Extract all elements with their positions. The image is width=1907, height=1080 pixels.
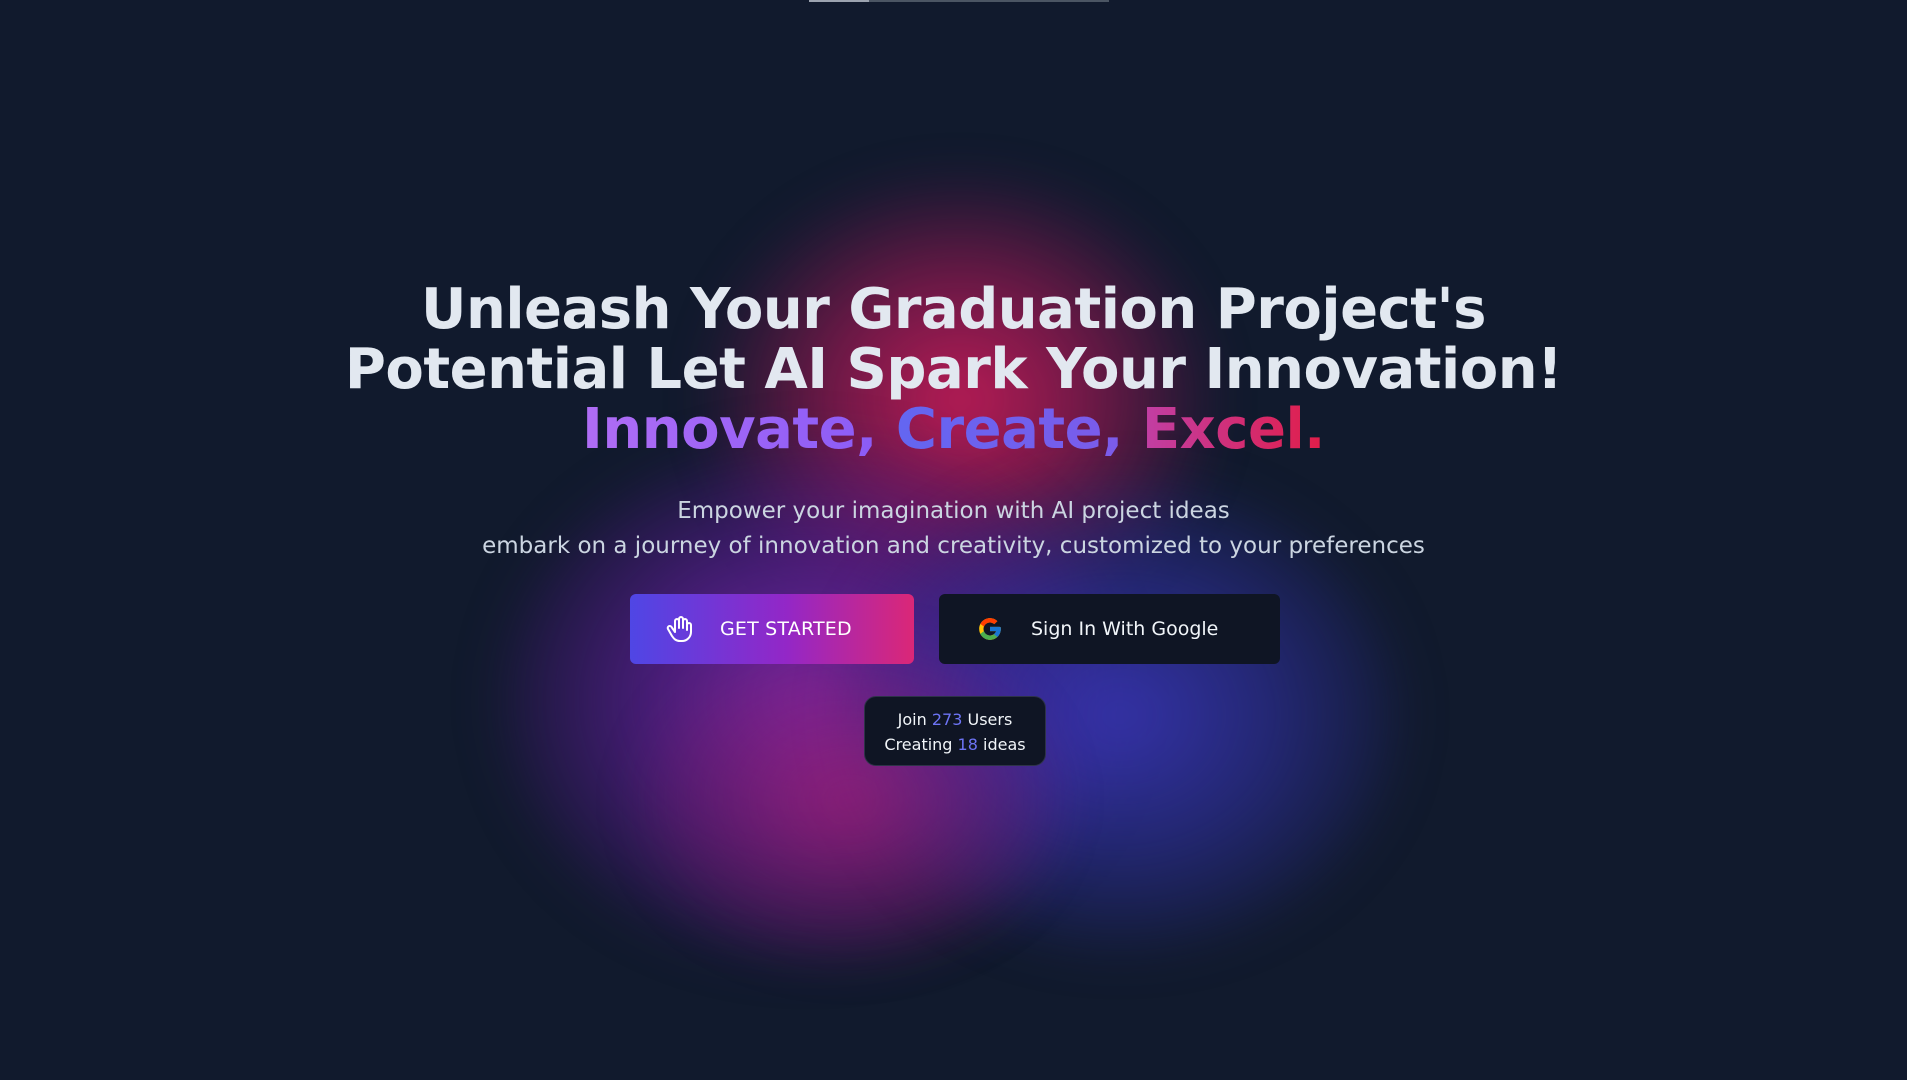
- stats-users-line: Join 273 Users: [865, 707, 1045, 732]
- hero-tagline: Innovate, Create, Excel.: [0, 400, 1907, 460]
- hero-headline: Unleash Your Graduation Project's Potent…: [0, 280, 1907, 460]
- stats-join-prefix: Join: [897, 710, 927, 729]
- user-stats-badge: Join 273 Users Creating 18 ideas: [864, 696, 1046, 766]
- headline-line-1: Unleash Your Graduation Project's: [420, 277, 1487, 342]
- google-sign-in-label: Sign In With Google: [1031, 618, 1219, 640]
- stats-ideas-count: 18: [957, 735, 978, 754]
- subtitle-line-2: embark on a journey of innovation and cr…: [482, 533, 1425, 559]
- stats-ideas-suffix: ideas: [983, 735, 1026, 754]
- stats-users-count: 273: [931, 710, 963, 729]
- google-sign-in-button[interactable]: Sign In With Google: [939, 594, 1280, 664]
- google-icon: [977, 616, 1003, 642]
- tagline-create: Create,: [895, 397, 1124, 462]
- headline-line-2: Potential Let AI Spark Your Innovation!: [344, 337, 1563, 402]
- stats-creating-prefix: Creating: [884, 735, 953, 754]
- landing-page: Unleash Your Graduation Project's Potent…: [0, 0, 1907, 1080]
- stats-users-suffix: Users: [967, 710, 1013, 729]
- hero-section: Unleash Your Graduation Project's Potent…: [0, 0, 1907, 1080]
- get-started-button[interactable]: GET STARTED: [630, 594, 914, 664]
- subtitle-line-1: Empower your imagination with AI project…: [677, 498, 1230, 524]
- hero-subtitle: Empower your imagination with AI project…: [0, 494, 1907, 564]
- get-started-label: GET STARTED: [720, 618, 852, 640]
- hand-icon: [664, 613, 696, 645]
- tagline-excel: Excel.: [1141, 397, 1326, 462]
- stats-ideas-line: Creating 18 ideas: [865, 732, 1045, 757]
- tagline-innovate: Innovate,: [582, 397, 877, 462]
